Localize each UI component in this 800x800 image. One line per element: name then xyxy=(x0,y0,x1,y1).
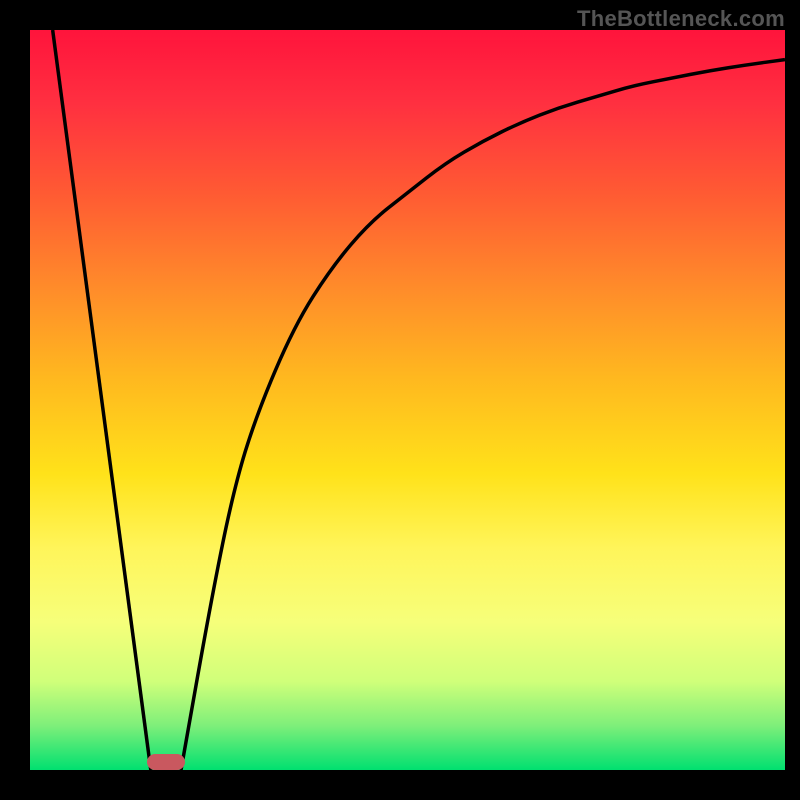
curve-svg xyxy=(30,30,785,770)
trough-marker xyxy=(147,754,185,770)
curve-left-arm xyxy=(53,30,151,770)
plot-area xyxy=(30,30,785,770)
curve-right-arm xyxy=(181,60,785,770)
chart-frame: TheBottleneck.com xyxy=(0,0,800,800)
watermark-text: TheBottleneck.com xyxy=(577,6,785,32)
